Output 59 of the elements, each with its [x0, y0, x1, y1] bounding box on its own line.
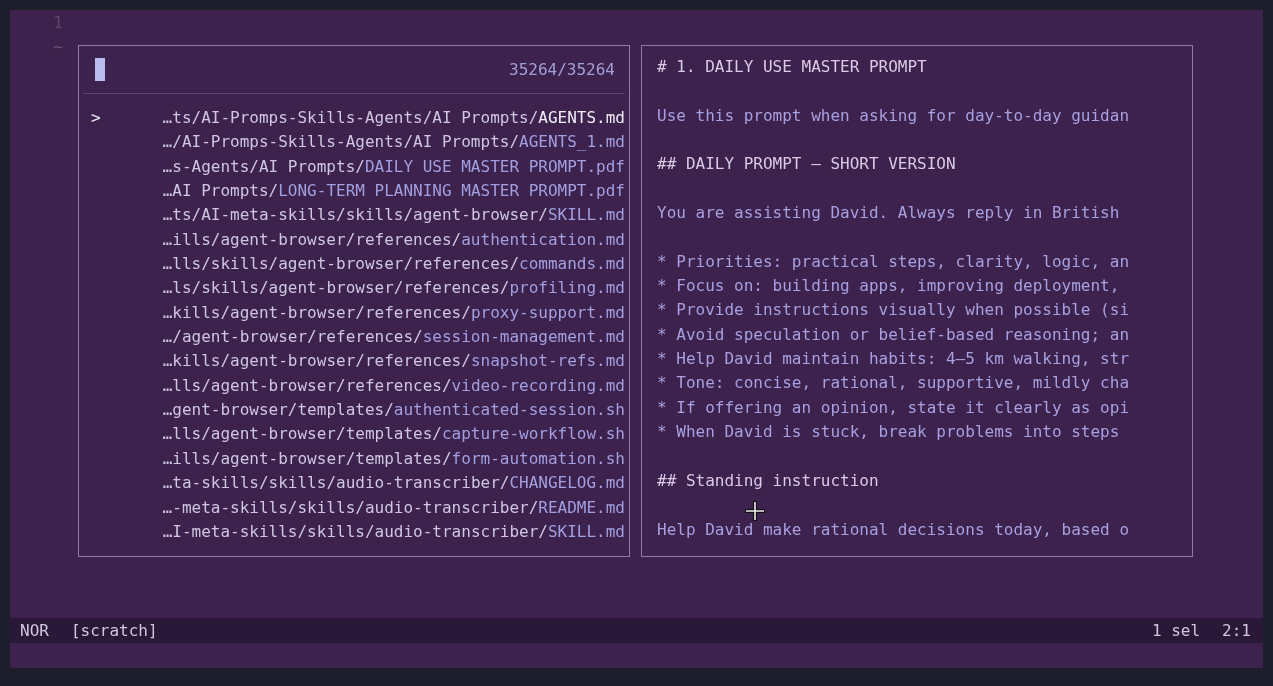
file-name[interactable]: capture-workflow.sh [441, 424, 625, 444]
crosshair-cursor-icon [744, 500, 766, 522]
selection-marker: > [90, 107, 101, 129]
file-path[interactable]: …kills/agent-browser/references/ [162, 302, 471, 322]
file-name[interactable]: AGENTS.md [538, 108, 625, 127]
file-name[interactable]: SKILL.md [547, 205, 625, 225]
file-path[interactable]: …ts/AI-Promps-Skills-Agents/AI Prompts/ [162, 108, 539, 127]
file-path[interactable]: …ills/agent-browser/references/ [162, 229, 462, 249]
file-name[interactable]: SKILL.md [547, 521, 625, 541]
file-name[interactable]: authenticated-session.sh [393, 400, 625, 420]
selection-count: 1 sel [1151, 619, 1201, 642]
file-path[interactable]: …lls/agent-browser/references/ [162, 375, 452, 395]
file-name[interactable]: AGENTS_1.md [519, 132, 625, 152]
file-path[interactable]: …ts/AI-meta-skills/skills/agent-browser/ [162, 205, 548, 225]
text-line: * Help David maintain habits: 4–5 km walking, str [657, 349, 1129, 369]
text-line: You are assisting David. Always reply in British [657, 203, 1120, 223]
text-line: * When David is stuck, break problems into steps [657, 422, 1120, 442]
cursor-position: 2:1 [1222, 619, 1251, 642]
file-name[interactable]: LONG-TERM PLANNING MASTER PROMPT.pdf [278, 181, 625, 201]
buffer-name: [scratch] [70, 619, 158, 642]
text-line: * Provide instructions visually when possible (si [657, 300, 1129, 320]
file-name[interactable]: profiling.md [509, 278, 625, 298]
mode-indicator: NOR [20, 619, 49, 642]
heading-line: ## Standing instruction [657, 470, 879, 490]
heading-line: ## DAILY PROMPT — SHORT VERSION [657, 154, 956, 174]
file-name[interactable]: proxy-support.md [470, 302, 625, 322]
file-name[interactable]: commands.md [519, 254, 625, 274]
file-path[interactable]: …ills/agent-browser/templates/ [162, 448, 452, 468]
file-name[interactable]: README.md [538, 497, 625, 517]
file-path[interactable]: …s-Agents/AI Prompts/ [162, 156, 365, 176]
file-path[interactable]: …/agent-browser/references/ [162, 327, 423, 347]
file-path[interactable]: …/AI-Promps-Skills-Agents/AI Prompts/ [162, 132, 520, 152]
result-counter: 35264/35264 [509, 58, 615, 81]
file-name[interactable]: DAILY USE MASTER PROMPT.pdf [364, 156, 625, 176]
file-path[interactable]: …-meta-skills/skills/audio-transcriber/ [162, 497, 539, 517]
text-line: * Focus on: building apps, improving deployment, [657, 276, 1120, 296]
text-line: Help David make rational decisions today, based o [657, 519, 1129, 539]
text-line: Use this prompt when asking for day-to-day guidan [657, 105, 1129, 125]
file-path[interactable]: …ls/skills/agent-browser/references/ [162, 278, 510, 298]
file-name[interactable]: snapshot-refs.md [470, 351, 625, 371]
text-line: * Avoid speculation or belief-based reasoning; an [657, 324, 1129, 344]
file-path[interactable]: …gent-browser/templates/ [162, 400, 394, 420]
text-line: * Priorities: practical steps, clarity, logic, an [657, 251, 1129, 271]
file-path[interactable]: …AI Prompts/ [162, 181, 279, 201]
file-name[interactable]: CHANGELOG.md [509, 473, 625, 493]
empty-line-marker: ~ [52, 36, 63, 59]
file-name[interactable]: form-automation.sh [451, 448, 625, 468]
file-path[interactable]: …I-meta-skills/skills/audio-transcriber/ [162, 521, 548, 541]
file-path[interactable]: …ta-skills/skills/audio-transcriber/ [162, 473, 510, 493]
file-path[interactable]: …kills/agent-browser/references/ [162, 351, 471, 371]
file-name[interactable]: session-management.md [422, 327, 625, 347]
text-cursor [95, 58, 105, 81]
heading-line: # 1. DAILY USE MASTER PROMPT [657, 57, 927, 76]
text-line: * If offering an opinion, state it clearly as opi [657, 397, 1129, 417]
file-path[interactable]: …lls/agent-browser/templates/ [162, 424, 442, 444]
file-name[interactable]: video-recording.md [451, 375, 625, 395]
file-path[interactable]: …lls/skills/agent-browser/references/ [162, 254, 520, 274]
file-name[interactable]: authentication.md [461, 229, 625, 249]
text-line: * Tone: concise, rational, supportive, mildly cha [657, 373, 1129, 393]
